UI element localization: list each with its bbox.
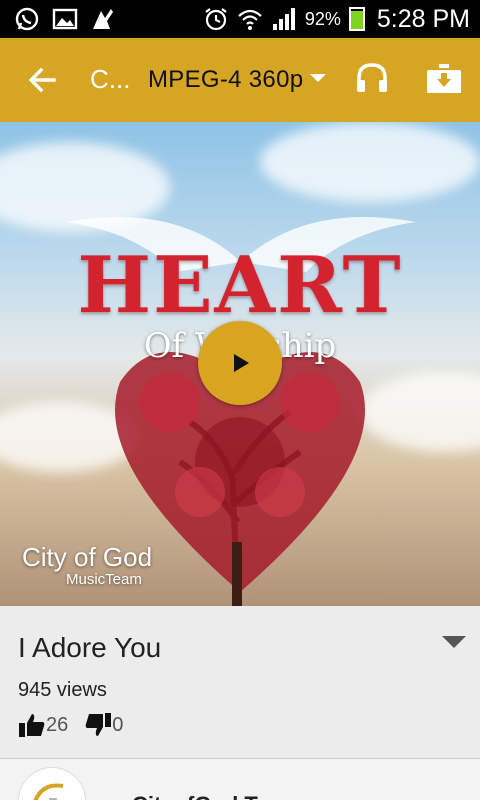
brand-logo: City of God MusicTeam — [22, 542, 152, 588]
back-arrow-icon — [28, 67, 56, 93]
toolbar-title[interactable]: C... — [90, 64, 130, 95]
battery-icon — [348, 7, 365, 31]
dislike-count: 0 — [112, 713, 124, 736]
brand-name: City of God — [22, 542, 153, 572]
like-count: 26 — [46, 713, 69, 736]
play-icon — [234, 354, 249, 372]
video-info: I Adore You 945 views 26 0 — [0, 606, 480, 758]
chevron-down-icon[interactable] — [310, 74, 326, 82]
headphones-icon[interactable] — [354, 60, 390, 96]
video-thumbnail[interactable]: HEART Of Worship City of God MusicTeam — [0, 122, 480, 606]
gallery-icon — [52, 8, 78, 30]
channel-name[interactable]: CityofGod T... — [132, 792, 274, 800]
quality-selector[interactable]: MPEG-4 360p — [148, 66, 303, 94]
cloud-shape — [260, 122, 480, 202]
expand-details-icon[interactable] — [442, 636, 466, 648]
artwork-title: HEART — [77, 240, 403, 331]
rating-row: 26 0 — [18, 712, 139, 738]
channel-row[interactable]: CityofGod T... — [0, 759, 480, 800]
app-notification-icon — [93, 9, 113, 29]
channel-logo-icon — [33, 783, 64, 800]
video-title: I Adore You — [18, 632, 162, 663]
status-bar: 92% 5:28 PM — [0, 0, 480, 38]
play-button[interactable] — [198, 321, 282, 405]
signal-icon — [272, 8, 295, 30]
download-icon[interactable] — [424, 60, 464, 96]
thumbs-down-icon[interactable] — [84, 712, 112, 738]
back-button[interactable] — [24, 62, 60, 98]
battery-percent: 92% — [304, 8, 341, 29]
alarm-icon — [205, 8, 227, 31]
thumbs-up-icon[interactable] — [18, 712, 46, 738]
battery-fill — [350, 10, 363, 29]
brand-subname: MusicTeam — [66, 571, 142, 588]
whatsapp-icon — [15, 7, 39, 31]
app-toolbar: C... MPEG-4 360p — [0, 38, 480, 122]
clock: 5:28 PM — [376, 4, 470, 33]
channel-avatar[interactable] — [18, 767, 86, 800]
wifi-icon — [238, 9, 262, 30]
view-count: 945 views — [18, 679, 107, 701]
